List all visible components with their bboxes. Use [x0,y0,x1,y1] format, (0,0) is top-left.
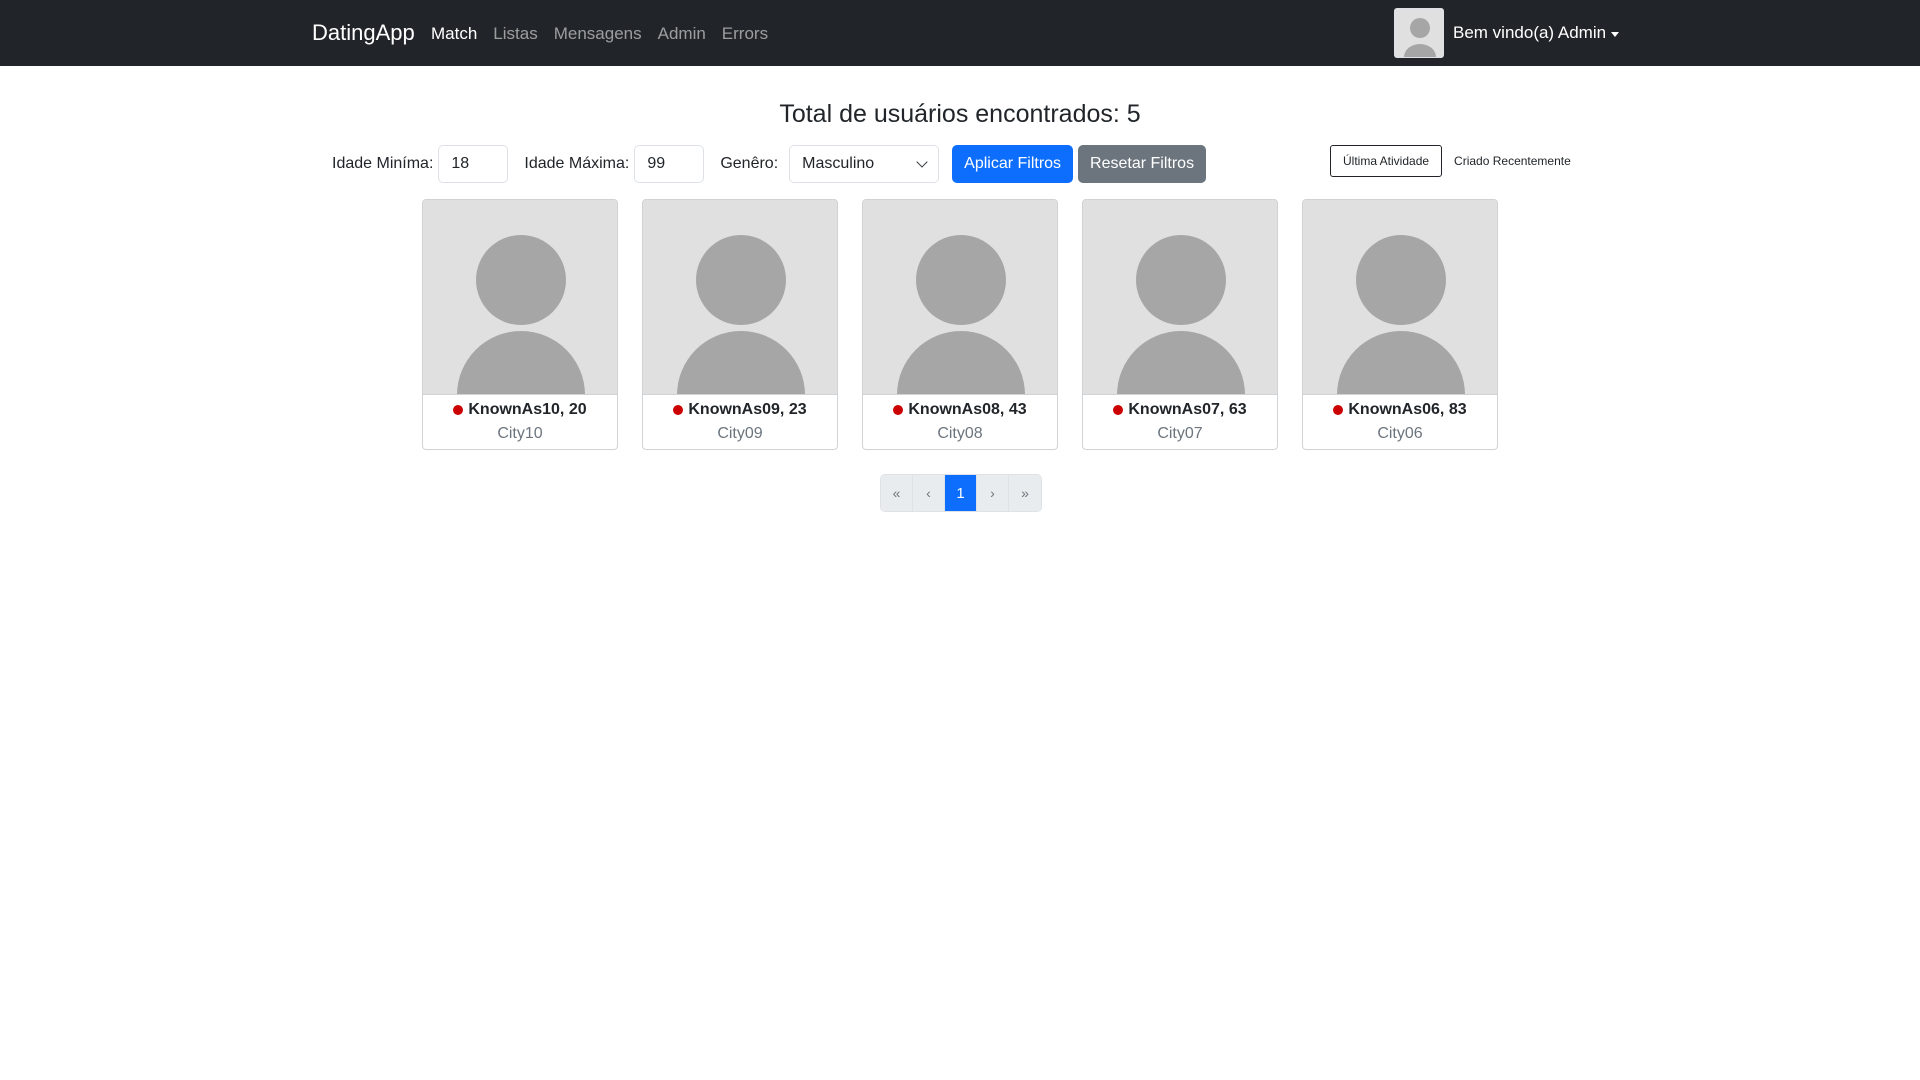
gender-select-value: Masculino [802,155,875,172]
member-city: City10 [497,425,543,442]
user-placeholder-icon [457,235,585,394]
member-card[interactable]: KnownAs07, 63 City07 [1082,199,1278,450]
page-first-button[interactable]: « [881,475,913,511]
member-card[interactable]: KnownAs10, 20 City10 [422,199,618,450]
caret-down-icon [1611,31,1620,37]
member-name: KnownAs09, 23 [688,401,807,418]
member-photo [1083,200,1277,395]
status-dot-icon [673,405,684,415]
member-photo [1303,200,1497,395]
user-placeholder-icon [677,235,805,394]
member-card-body: KnownAs08, 43 City08 [863,395,1057,443]
welcome-text: Bem vindo(a) Admin [1453,23,1607,42]
max-age-input[interactable] [634,145,705,183]
member-name: KnownAs08, 43 [908,401,1027,418]
nav-link-mensagens[interactable]: Mensagens [554,24,642,44]
member-card-body: KnownAs07, 63 City07 [1083,395,1277,443]
user-placeholder-icon [1337,235,1465,394]
chevron-down-icon [916,156,928,168]
sort-last-active-button[interactable]: Última Atividade [1330,145,1443,177]
member-name-row: KnownAs09, 23 [643,401,837,419]
member-name-row: KnownAs08, 43 [863,401,1057,419]
member-card-body: KnownAs09, 23 City09 [643,395,837,443]
user-avatar-icon [1395,9,1443,57]
page-title: Total de usuários encontrados: 5 [779,100,1141,128]
user-avatar [1394,8,1444,58]
member-name-row: KnownAs07, 63 [1083,401,1277,419]
nav-link-admin[interactable]: Admin [658,24,706,44]
user-dropdown-toggle[interactable]: Bem vindo(a) Admin [1453,23,1620,43]
member-name: KnownAs07, 63 [1128,401,1247,418]
nav-link-match[interactable]: Match [431,24,477,44]
member-card[interactable]: KnownAs08, 43 City08 [862,199,1058,450]
member-photo [863,200,1057,395]
member-city: City08 [937,425,983,442]
member-name-row: KnownAs06, 83 [1303,401,1497,419]
member-name: KnownAs06, 83 [1348,401,1467,418]
member-name-row: KnownAs10, 20 [423,401,617,419]
nav-link-errors[interactable]: Errors [722,24,768,44]
gender-label: Genêro: [720,155,779,172]
apply-filters-button[interactable]: Aplicar Filtros [952,145,1074,183]
user-placeholder-icon [1117,235,1245,394]
sort-newest-button[interactable]: Criado Recentemente [1442,145,1583,177]
filter-form: Idade Miníma: Idade Máxima: Genêro: Masc… [332,145,1207,183]
member-card-body: KnownAs10, 20 City10 [423,395,617,443]
page-number-button[interactable]: 1 [945,475,977,511]
member-photo [423,200,617,395]
status-dot-icon [1333,405,1344,415]
member-card[interactable]: KnownAs09, 23 City09 [642,199,838,450]
member-card-body: KnownAs06, 83 City06 [1303,395,1497,443]
member-name: KnownAs10, 20 [468,401,587,418]
member-city: City07 [1157,425,1203,442]
sort-button-group: Última Atividade Criado Recentemente [1330,145,1583,177]
min-age-input[interactable] [438,145,509,183]
page-next-button[interactable]: › [977,475,1009,511]
status-dot-icon [893,405,904,415]
member-city: City06 [1377,425,1423,442]
gender-select[interactable]: Masculino [789,145,940,183]
member-photo [643,200,837,395]
member-city: City09 [717,425,763,442]
user-menu: Bem vindo(a) Admin [1394,8,1620,58]
page-last-button[interactable]: » [1009,475,1041,511]
member-list: KnownAs10, 20 City10 KnownAs09, 23 City0… [422,199,1498,450]
pagination: « ‹ 1 › » [880,474,1042,512]
member-card[interactable]: KnownAs06, 83 City06 [1302,199,1498,450]
status-dot-icon [453,405,464,415]
nav-links: Match Listas Mensagens Admin Errors [431,24,768,44]
min-age-label: Idade Miníma: [332,155,434,172]
navbar: DatingApp Match Listas Mensagens Admin E… [0,0,1920,66]
reset-filters-button[interactable]: Resetar Filtros [1078,145,1207,183]
page-prev-button[interactable]: ‹ [913,475,945,511]
brand-link[interactable]: DatingApp [312,20,415,46]
max-age-label: Idade Máxima: [524,155,630,172]
user-placeholder-icon [897,235,1025,394]
status-dot-icon [1113,405,1124,415]
nav-link-listas[interactable]: Listas [493,24,537,44]
